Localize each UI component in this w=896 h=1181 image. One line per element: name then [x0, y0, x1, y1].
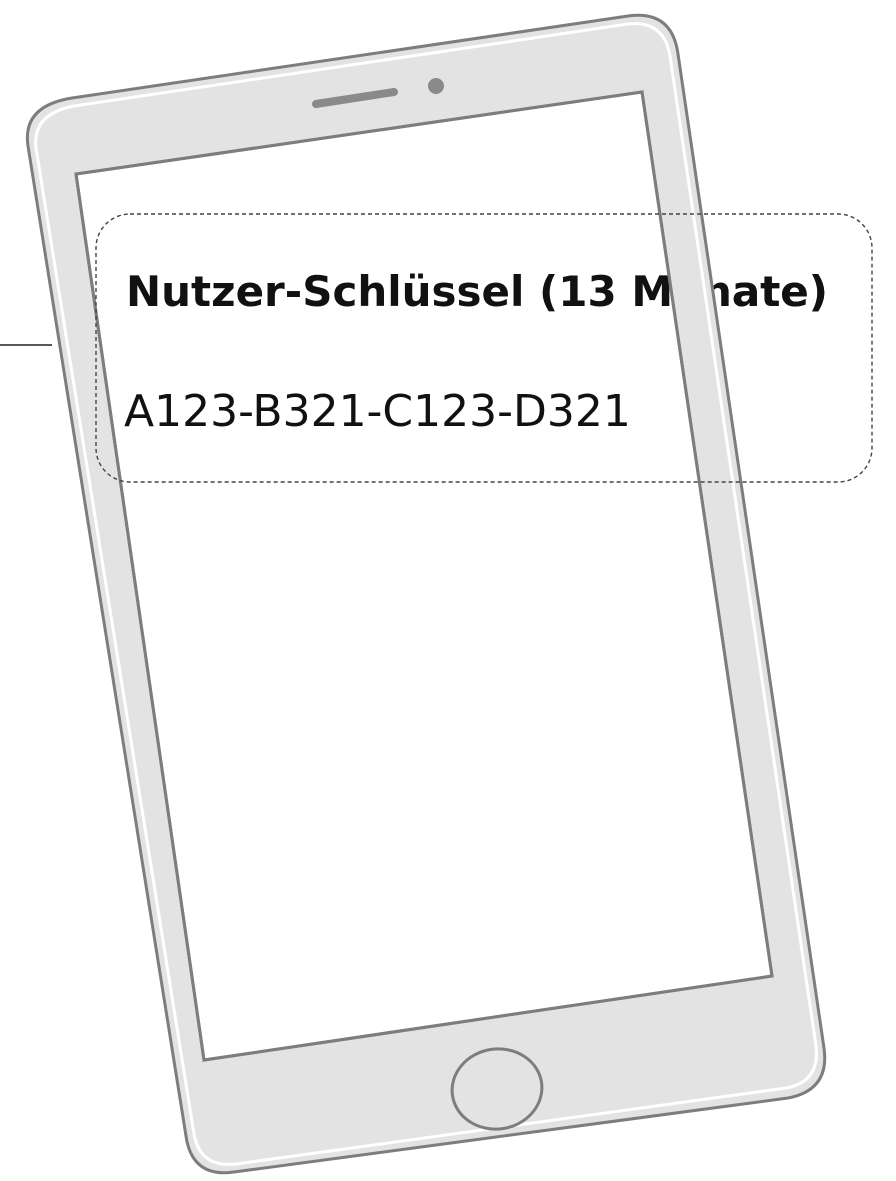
- callout-frame-layer: [0, 213, 873, 483]
- callout-dashed-border: [95, 213, 873, 483]
- user-key-value: A123-B321-C123-D321: [124, 386, 631, 437]
- phone: [25, 13, 827, 1175]
- user-key-title: Nutzer-Schlüssel (13 Monate): [126, 267, 828, 316]
- camera-dot: [428, 78, 444, 94]
- illustration: Nutzer-Schlüssel (13 Monate) A123-B321-C…: [0, 0, 896, 1181]
- illustration-canvas: Nutzer-Schlüssel (13 Monate) A123-B321-C…: [0, 13, 873, 1175]
- phone-body: [25, 13, 827, 1175]
